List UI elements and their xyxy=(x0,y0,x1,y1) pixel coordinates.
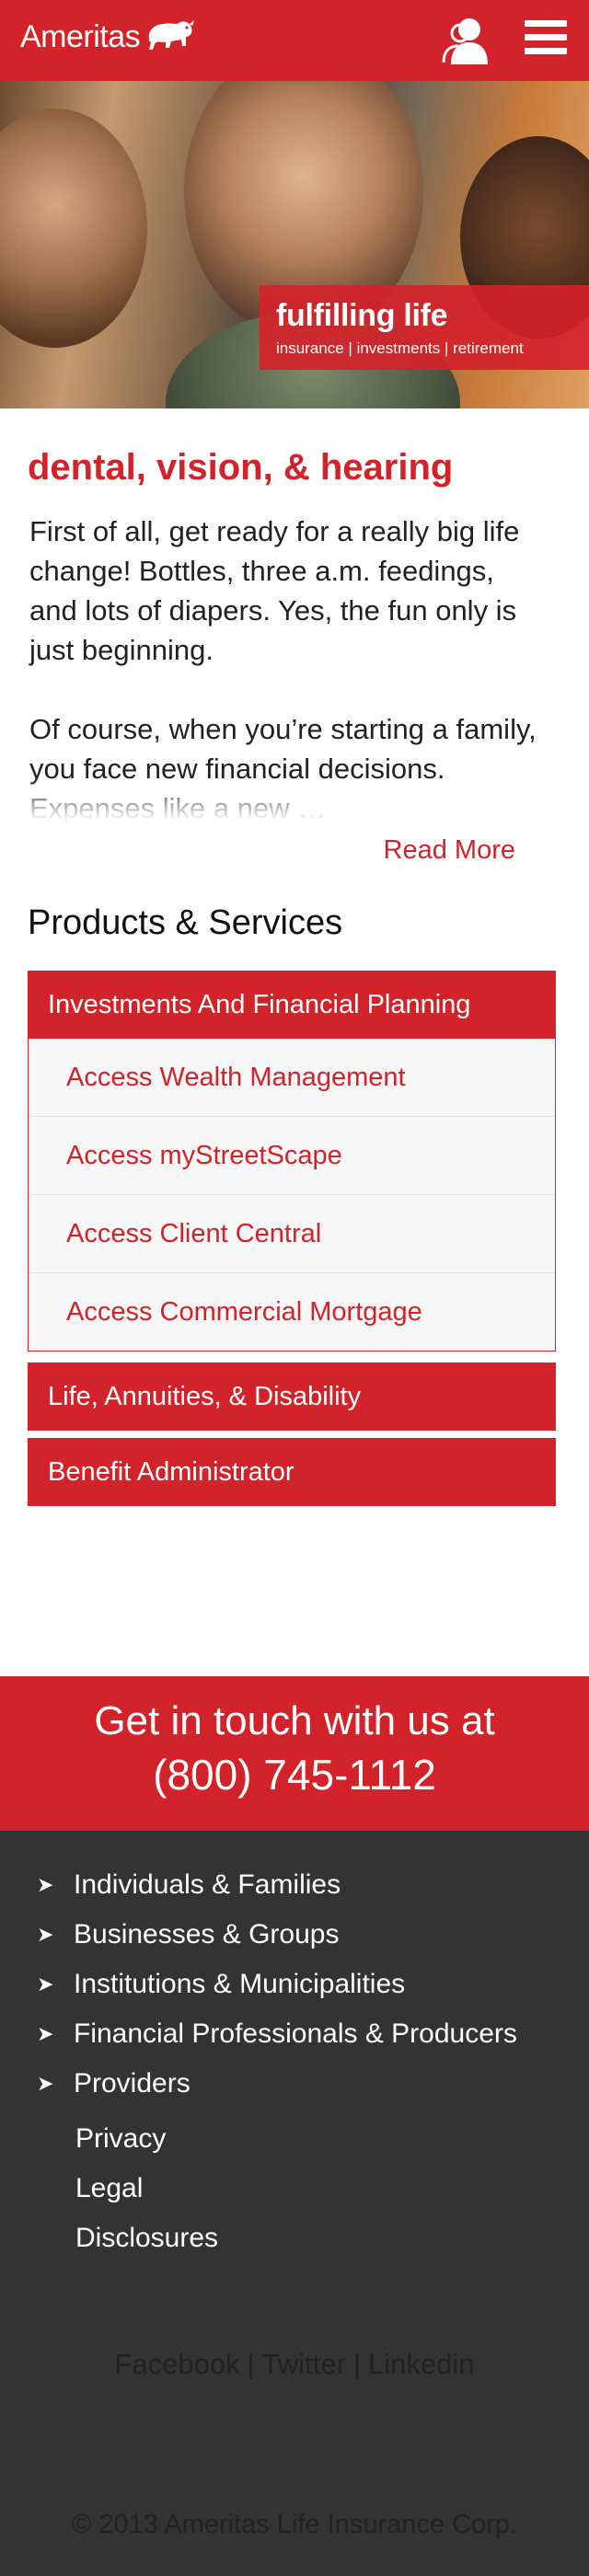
hero-photo-figure-left xyxy=(0,109,147,348)
hero-caption: fulfilling life insurance | investments … xyxy=(260,285,589,370)
social-separator: | xyxy=(352,2348,362,2380)
copyright-text: © 2013 Ameritas Life Insurance Corp. xyxy=(71,2510,517,2539)
hero-subtitle: insurance | investments | retirement xyxy=(276,339,524,357)
access-wealth-management-link[interactable]: Access Wealth Management xyxy=(29,1039,555,1117)
menu-bar xyxy=(525,20,567,27)
linkedin-link[interactable]: Linkedin xyxy=(368,2348,474,2380)
investments-sublist: Access Wealth Management Access myStreet… xyxy=(28,1039,556,1351)
footer-nav-institutions-municipalities[interactable]: ➤ Institutions & Municipalities xyxy=(37,1969,405,2000)
contact-heading: Get in touch with us at xyxy=(94,1698,495,1743)
legal-link[interactable]: Legal xyxy=(75,2173,143,2204)
top-bar: Ameritas xyxy=(0,0,589,81)
arrow-right-icon: ➤ xyxy=(37,1972,54,1995)
products-section-title: Products & Services xyxy=(28,903,343,942)
privacy-link[interactable]: Privacy xyxy=(75,2123,166,2155)
facebook-link[interactable]: Facebook xyxy=(114,2348,239,2380)
footer-nav-label: Institutions & Municipalities xyxy=(74,1969,406,1999)
twitter-link[interactable]: Twitter xyxy=(262,2348,346,2380)
text-fade-overlay xyxy=(0,778,589,826)
menu-bar xyxy=(525,34,567,40)
contact-phone-link[interactable]: (800) 745-1112 xyxy=(0,1750,589,1800)
hamburger-menu-icon[interactable] xyxy=(525,20,567,57)
access-mystreetscape-link[interactable]: Access myStreetScape xyxy=(29,1117,555,1195)
accordion-investments-financial-planning[interactable]: Investments And Financial Planning xyxy=(28,971,556,1039)
logo-text: Ameritas xyxy=(20,18,141,54)
footer-nav-businesses-groups[interactable]: ➤ Businesses & Groups xyxy=(37,1919,339,1950)
social-separator: | xyxy=(247,2348,255,2380)
social-links: Facebook | Twitter | Linkedin xyxy=(0,2348,589,2381)
access-commercial-mortgage-link[interactable]: Access Commercial Mortgage xyxy=(29,1273,555,1351)
accordion-life-annuities-disability[interactable]: Life, Annuities, & Disability xyxy=(28,1363,556,1431)
access-client-central-link[interactable]: Access Client Central xyxy=(29,1195,555,1273)
menu-bar xyxy=(525,48,567,54)
arrow-right-icon: ➤ xyxy=(37,1923,54,1946)
footer-nav-label: Financial Professionals & Producers xyxy=(74,2018,517,2049)
footer: ➤ Individuals & Families ➤ Businesses & … xyxy=(0,1831,589,2576)
bison-icon xyxy=(148,20,195,50)
arrow-right-icon: ➤ xyxy=(37,2022,54,2045)
hero-title: fulfilling life xyxy=(276,298,448,333)
ameritas-logo[interactable]: Ameritas xyxy=(20,18,195,55)
footer-nav-label: Providers xyxy=(74,2068,191,2099)
user-icon[interactable] xyxy=(440,13,493,66)
footer-nav-providers[interactable]: ➤ Providers xyxy=(37,2068,191,2099)
arrow-right-icon: ➤ xyxy=(37,2072,54,2095)
arrow-right-icon: ➤ xyxy=(37,1873,54,1896)
contact-banner: Get in touch with us at (800) 745-1112 xyxy=(0,1676,589,1831)
article-headline: dental, vision, & hearing xyxy=(28,447,454,488)
footer-nav-individuals-families[interactable]: ➤ Individuals & Families xyxy=(37,1869,341,1901)
accordion-benefit-administrator[interactable]: Benefit Administrator xyxy=(28,1438,556,1506)
footer-nav-financial-professionals-producers[interactable]: ➤ Financial Professionals & Producers xyxy=(37,2018,517,2050)
footer-nav-label: Individuals & Families xyxy=(74,1869,341,1900)
footer-nav-label: Businesses & Groups xyxy=(74,1919,340,1949)
disclosures-link[interactable]: Disclosures xyxy=(75,2223,218,2254)
article-paragraph: First of all, get ready for a really big… xyxy=(29,515,520,666)
hero-banner: fulfilling life insurance | investments … xyxy=(0,81,589,408)
read-more-link[interactable]: Read More xyxy=(384,835,515,866)
